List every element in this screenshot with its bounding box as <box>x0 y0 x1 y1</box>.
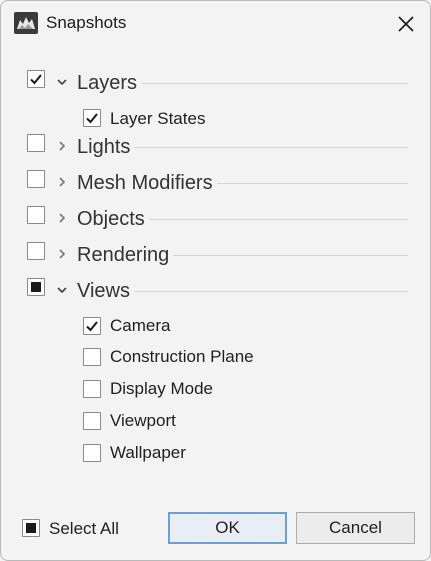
lights-checkbox[interactable] <box>27 134 45 152</box>
item-label-display-mode: Display Mode <box>110 379 213 398</box>
chevron-right-icon[interactable] <box>56 248 68 260</box>
group-label-mesh-modifiers: Mesh Modifiers <box>77 171 217 195</box>
checkmark-icon <box>86 321 98 332</box>
display-mode-checkbox[interactable] <box>83 380 101 398</box>
item-label-wallpaper: Wallpaper <box>110 443 186 462</box>
item-label-construction-plane: Construction Plane <box>110 347 254 366</box>
group-label-layers: Layers <box>77 71 142 95</box>
chevron-right-icon[interactable] <box>56 176 68 188</box>
layer-states-checkbox[interactable] <box>83 109 101 127</box>
title-bar: Snapshots <box>1 1 430 45</box>
group-label-objects: Objects <box>77 207 149 231</box>
rhino-icon <box>14 12 38 34</box>
indeterminate-mark <box>31 282 41 292</box>
item-label-camera: Camera <box>110 316 171 335</box>
checkmark-icon <box>86 113 98 124</box>
item-label-layer-states: Layer States <box>110 109 206 128</box>
chevron-down-icon[interactable] <box>56 76 68 88</box>
layers-checkbox[interactable] <box>27 70 45 88</box>
mesh-modifiers-checkbox[interactable] <box>27 170 45 188</box>
ok-button[interactable]: OK <box>168 512 287 544</box>
indeterminate-mark <box>26 523 36 533</box>
construction-plane-checkbox[interactable] <box>83 348 101 366</box>
camera-checkbox[interactable] <box>83 317 101 335</box>
chevron-right-icon[interactable] <box>56 212 68 224</box>
wallpaper-checkbox[interactable] <box>83 444 101 462</box>
select-all-checkbox[interactable] <box>22 519 40 537</box>
rendering-checkbox[interactable] <box>27 242 45 260</box>
viewport-checkbox[interactable] <box>83 412 101 430</box>
snapshots-dialog: Snapshots Layers Layer States Lights Mes… <box>0 0 431 561</box>
checkmark-icon <box>30 74 42 85</box>
window-title: Snapshots <box>46 13 127 32</box>
group-label-lights: Lights <box>77 135 135 159</box>
objects-checkbox[interactable] <box>27 206 45 224</box>
group-label-views: Views <box>77 279 134 303</box>
close-icon[interactable] <box>393 11 419 37</box>
cancel-button[interactable]: Cancel <box>296 512 415 544</box>
group-label-rendering: Rendering <box>77 243 174 267</box>
chevron-right-icon[interactable] <box>56 140 68 152</box>
select-all-label: Select All <box>49 519 119 538</box>
chevron-down-icon[interactable] <box>56 284 68 296</box>
item-label-viewport: Viewport <box>110 411 176 430</box>
views-checkbox[interactable] <box>27 278 45 296</box>
